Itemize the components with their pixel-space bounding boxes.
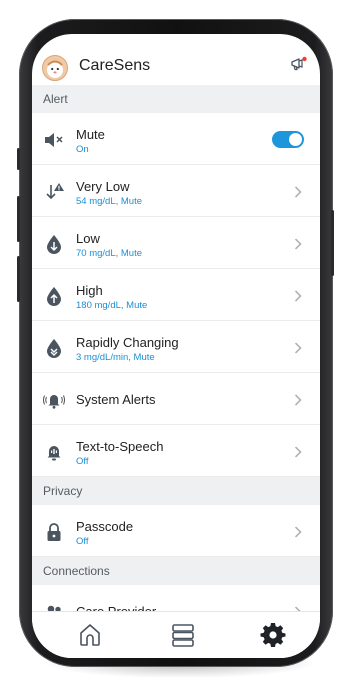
alert-row-system-alerts[interactable]: System Alerts <box>32 373 320 425</box>
row-value: Off <box>76 456 89 467</box>
app-title: CareSens <box>79 57 151 74</box>
alert-row-low[interactable]: Low 70 mg/dL, Mute <box>32 217 320 269</box>
chevron-right-icon <box>294 445 302 463</box>
megaphone-notification-icon[interactable] <box>290 56 308 77</box>
alert-row-rapidly-changing[interactable]: Rapidly Changing 3 mg/dL/min, Mute <box>32 321 320 373</box>
speaker-mute-icon <box>43 129 65 151</box>
row-value: On <box>76 144 89 155</box>
speech-bell-icon <box>43 441 65 463</box>
row-value: 3 mg/dL/min, Mute <box>76 352 155 363</box>
row-label: Mute <box>76 127 105 142</box>
row-label: High <box>76 283 103 298</box>
lock-icon <box>43 521 65 543</box>
privacy-row-passcode[interactable]: Passcode Off <box>32 505 320 557</box>
alert-row-mute: Mute On <box>32 113 320 165</box>
avatar[interactable] <box>42 55 68 81</box>
row-label: System Alerts <box>76 392 156 407</box>
app-header: CareSens <box>32 34 320 85</box>
row-value: 54 mg/dL, Mute <box>76 196 143 207</box>
chevron-right-icon <box>294 341 302 359</box>
phone-side-button <box>17 148 20 170</box>
chevron-right-icon <box>294 237 302 255</box>
row-value: 180 mg/dL, Mute <box>76 300 148 311</box>
row-label: Very Low <box>76 179 130 194</box>
mute-toggle[interactable] <box>272 131 304 148</box>
row-value: Off <box>76 536 89 547</box>
section-header-connections: Connections <box>32 557 320 585</box>
row-label: Rapidly Changing <box>76 335 179 350</box>
alert-row-text-to-speech[interactable]: Text-to-Speech Off <box>32 425 320 477</box>
chevron-right-icon <box>294 185 302 203</box>
row-label: Passcode <box>76 519 134 534</box>
phone-side-button <box>17 196 20 242</box>
drop-double-arrow-icon <box>43 337 65 359</box>
gear-icon[interactable] <box>260 622 286 648</box>
row-label: Low <box>76 231 100 246</box>
chevron-right-icon <box>294 289 302 307</box>
home-icon[interactable] <box>77 622 103 648</box>
row-value: 70 mg/dL, Mute <box>76 248 143 259</box>
list-view-icon[interactable] <box>170 622 196 648</box>
alert-row-high[interactable]: High 180 mg/dL, Mute <box>32 269 320 321</box>
chevron-right-icon <box>294 525 302 543</box>
app-screen: CareSens Alert Mute On Very Low 54 mg/dL… <box>32 34 320 658</box>
drop-up-arrow-icon <box>43 285 65 307</box>
bottom-navigation <box>32 611 320 658</box>
down-arrow-warning-icon <box>43 181 65 203</box>
section-header-privacy: Privacy <box>32 477 320 505</box>
alert-row-very-low[interactable]: Very Low 54 mg/dL, Mute <box>32 165 320 217</box>
chevron-right-icon <box>294 393 302 411</box>
drop-down-arrow-icon <box>43 233 65 255</box>
phone-side-button <box>17 256 20 302</box>
settings-list: Alert Mute On Very Low 54 mg/dL, Mute Lo… <box>32 85 320 637</box>
bell-ringing-icon <box>43 389 65 411</box>
phone-side-button <box>331 210 334 276</box>
row-label: Text-to-Speech <box>76 439 164 454</box>
section-header-alert: Alert <box>32 85 320 113</box>
